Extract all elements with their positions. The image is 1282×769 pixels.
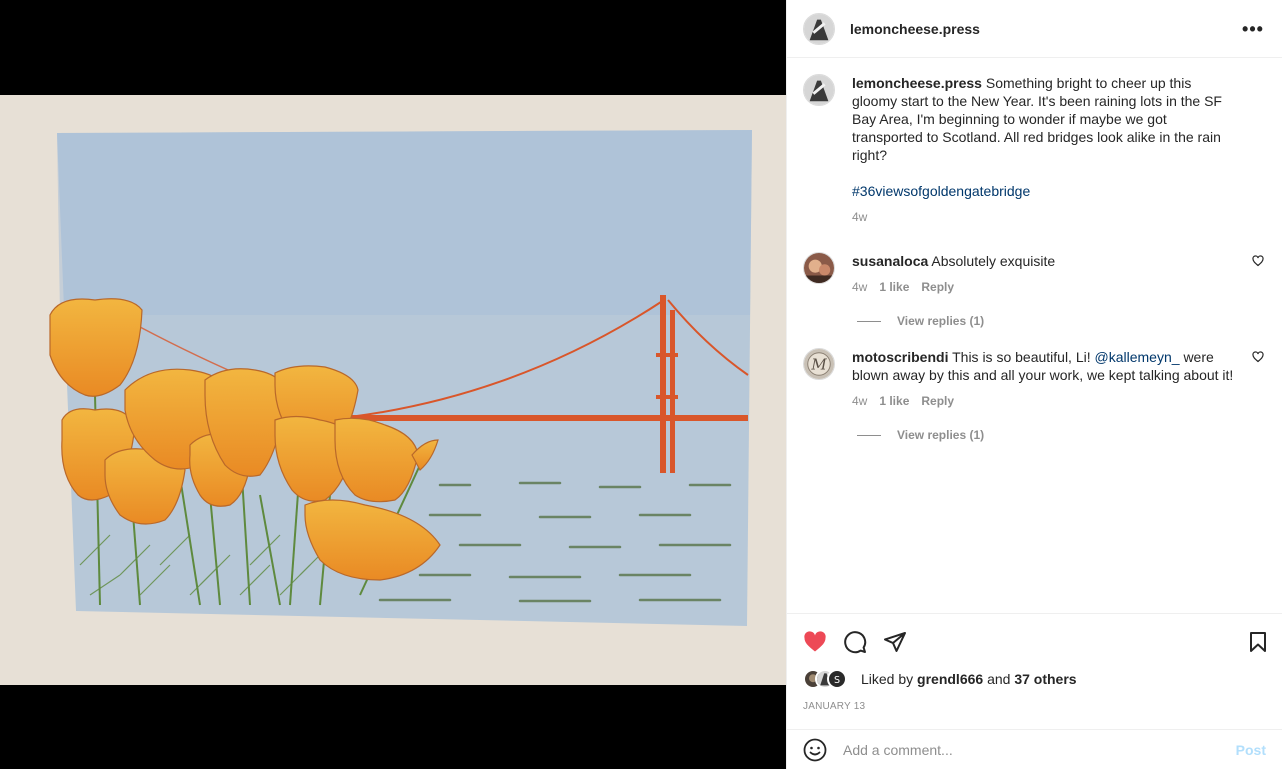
svg-text:S: S [834, 675, 840, 686]
post-media[interactable] [0, 0, 786, 769]
replies-line [857, 320, 881, 322]
liker-avatar: S [827, 669, 847, 689]
commenter-avatar[interactable]: M [803, 348, 835, 380]
bookmark-icon[interactable] [1246, 630, 1270, 654]
like-comment-heart-icon[interactable] [1252, 351, 1264, 363]
comment-body: susanaloca Absolutely exquisite 4w 1 lik… [852, 252, 1266, 296]
comment-icon[interactable] [843, 630, 867, 654]
likes-and: and [987, 671, 1011, 687]
comment-username[interactable]: susanaloca [852, 253, 928, 269]
comment-time[interactable]: 4w [852, 392, 867, 410]
likes-user[interactable]: grendl666 [917, 671, 983, 687]
instagram-post-modal: lemoncheese.press ••• lemoncheese.press … [0, 0, 1282, 769]
likes-prefix: Liked by [861, 671, 914, 687]
comments-section[interactable]: lemoncheese.press Something bright to ch… [787, 58, 1282, 613]
emoji-icon[interactable] [803, 738, 827, 762]
comment-likes[interactable]: 1 like [879, 278, 909, 296]
reply-button[interactable]: Reply [921, 392, 954, 410]
post-header: lemoncheese.press ••• [787, 0, 1282, 58]
caption-username[interactable]: lemoncheese.press [852, 75, 982, 91]
post-side-panel: lemoncheese.press ••• lemoncheese.press … [786, 0, 1282, 769]
comment-body: motoscribendi This is so beautiful, Li! … [852, 348, 1266, 410]
caption: lemoncheese.press Something bright to ch… [803, 74, 1266, 226]
reply-button[interactable]: Reply [921, 278, 954, 296]
comment-item: susanaloca Absolutely exquisite 4w 1 lik… [803, 252, 1266, 296]
view-replies-button[interactable]: View replies (1) [857, 428, 1266, 442]
author-username[interactable]: lemoncheese.press [850, 21, 980, 37]
share-icon[interactable] [883, 630, 907, 654]
likes-others[interactable]: 37 others [1014, 671, 1076, 687]
heart-filled-icon[interactable] [803, 630, 827, 654]
comment-text: This is so beautiful, Li! [952, 349, 1091, 365]
comment-text: Absolutely exquisite [931, 253, 1056, 269]
like-comment-heart-icon[interactable] [1252, 255, 1264, 267]
likes-summary: S Liked by grendl666 and 37 others [803, 669, 1266, 689]
view-replies-label[interactable]: View replies (1) [897, 314, 984, 328]
view-replies-button[interactable]: View replies (1) [857, 314, 1266, 328]
comment-input[interactable] [843, 741, 1236, 758]
comment-time[interactable]: 4w [852, 278, 867, 296]
more-options-icon[interactable]: ••• [1240, 16, 1266, 42]
likes-text: Liked by grendl666 and 37 others [861, 671, 1077, 687]
comment-item: M motoscribendi This is so beautiful, Li… [803, 348, 1266, 410]
replies-line [857, 434, 881, 436]
caption-body: lemoncheese.press Something bright to ch… [852, 74, 1266, 226]
comment-likes[interactable]: 1 like [879, 392, 909, 410]
action-bar [787, 613, 1282, 669]
commenter-avatar[interactable] [803, 252, 835, 284]
caption-time[interactable]: 4w [852, 208, 867, 226]
caption-author-avatar[interactable] [803, 74, 835, 106]
add-comment-bar: Post [787, 729, 1282, 769]
comment-mention[interactable]: @kallemeyn_ [1095, 349, 1180, 365]
svg-text:M: M [810, 356, 827, 374]
caption-hashtag[interactable]: #36viewsofgoldengatebridge [852, 183, 1030, 199]
liker-avatars[interactable]: S [803, 669, 847, 689]
post-date[interactable]: JANUARY 13 [803, 701, 865, 712]
author-avatar[interactable] [803, 12, 835, 45]
post-comment-button[interactable]: Post [1236, 742, 1266, 758]
view-replies-label[interactable]: View replies (1) [897, 428, 984, 442]
comment-username[interactable]: motoscribendi [852, 349, 948, 365]
post-image [0, 95, 786, 685]
